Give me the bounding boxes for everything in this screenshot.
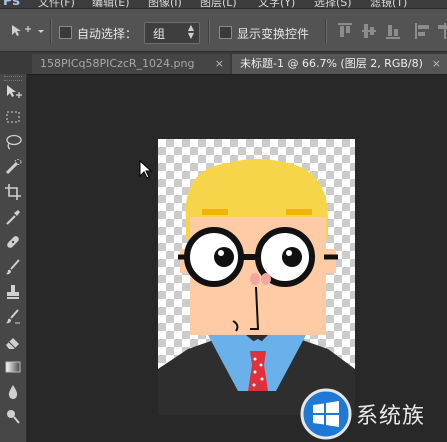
panel-grip[interactable]: [4, 76, 22, 81]
align-top-icon[interactable]: [338, 23, 352, 39]
menu-filter[interactable]: 滤镜(T): [370, 0, 407, 8]
mouse-pointer-icon: [139, 160, 153, 179]
history-brush-icon[interactable]: [3, 307, 23, 327]
tool-preset-picker[interactable]: [9, 23, 45, 39]
tab-label: 未标题-1 @ 66.7% (图层 2, RGB/8): [240, 57, 423, 70]
divider: [208, 19, 210, 43]
close-icon[interactable]: ×: [215, 54, 224, 73]
eyedropper-icon[interactable]: [3, 207, 23, 227]
show-transform-label: 显示变换控件: [237, 27, 310, 41]
auto-select-value: 组: [153, 27, 166, 41]
cartoon-character-illustration: [158, 159, 355, 415]
menu-file[interactable]: 文件(F): [38, 0, 75, 8]
divider: [325, 19, 327, 43]
windows-logo-icon: [300, 388, 352, 440]
rectangular-marquee-icon[interactable]: [3, 107, 23, 127]
close-icon[interactable]: ×: [432, 54, 441, 73]
menu-type[interactable]: 文字(Y): [258, 0, 295, 8]
document-tab-bar: 158PICq58PICzcR_1024.png × 未标题-1 @ 66.7%…: [0, 52, 447, 75]
move-tool-icon: [12, 25, 44, 36]
menu-layer[interactable]: 图层(L): [200, 0, 237, 8]
tab-label: 158PICq58PICzcR_1024.png: [40, 57, 195, 70]
brush-icon[interactable]: [3, 257, 23, 277]
tab-document-png[interactable]: 158PICq58PICzcR_1024.png ×: [32, 54, 230, 74]
align-vertical-center-icon[interactable]: [362, 23, 376, 39]
lasso-icon[interactable]: [3, 132, 23, 152]
dodge-icon[interactable]: [3, 407, 23, 427]
watermark: 系统族: [300, 388, 447, 442]
gradient-icon[interactable]: [3, 357, 23, 377]
app-logo: Ps: [3, 0, 21, 8]
menu-bar: Ps 文件(F) 编辑(E) 图像(I) 图层(L) 文字(Y) 选择(S) 滤…: [0, 0, 447, 8]
quick-selection-icon[interactable]: [3, 157, 23, 177]
clone-stamp-icon[interactable]: [3, 282, 23, 302]
stepper-arrows-icon: ▲ ▼: [187, 23, 194, 40]
auto-select-dropdown[interactable]: 组 ▲ ▼: [144, 22, 200, 44]
tab-document-untitled[interactable]: 未标题-1 @ 66.7% (图层 2, RGB/8) ×: [232, 54, 447, 74]
menu-select[interactable]: 选择(S): [314, 0, 352, 8]
divider: [50, 19, 52, 43]
tools-panel: [0, 74, 27, 442]
document-canvas[interactable]: [158, 139, 355, 415]
align-left-icon[interactable]: [415, 23, 429, 39]
move-tool-icon[interactable]: [3, 82, 23, 102]
options-bar: 自动选择： 组 ▲ ▼ 显示变换控件: [0, 9, 447, 52]
align-horizontal-center-icon[interactable]: [438, 23, 447, 39]
auto-select-checkbox[interactable]: [59, 26, 72, 39]
watermark-text: 系统族: [356, 404, 426, 429]
eraser-icon[interactable]: [3, 332, 23, 352]
chevron-down-icon: [38, 30, 44, 33]
crop-icon[interactable]: [3, 182, 23, 202]
show-transform-checkbox[interactable]: [219, 26, 232, 39]
menu-edit[interactable]: 编辑(E): [92, 0, 130, 8]
blur-icon[interactable]: [3, 382, 23, 402]
align-bottom-icon[interactable]: [386, 23, 400, 39]
auto-select-label: 自动选择：: [77, 27, 138, 41]
menu-image[interactable]: 图像(I): [148, 0, 182, 8]
healing-brush-icon[interactable]: [3, 232, 23, 252]
